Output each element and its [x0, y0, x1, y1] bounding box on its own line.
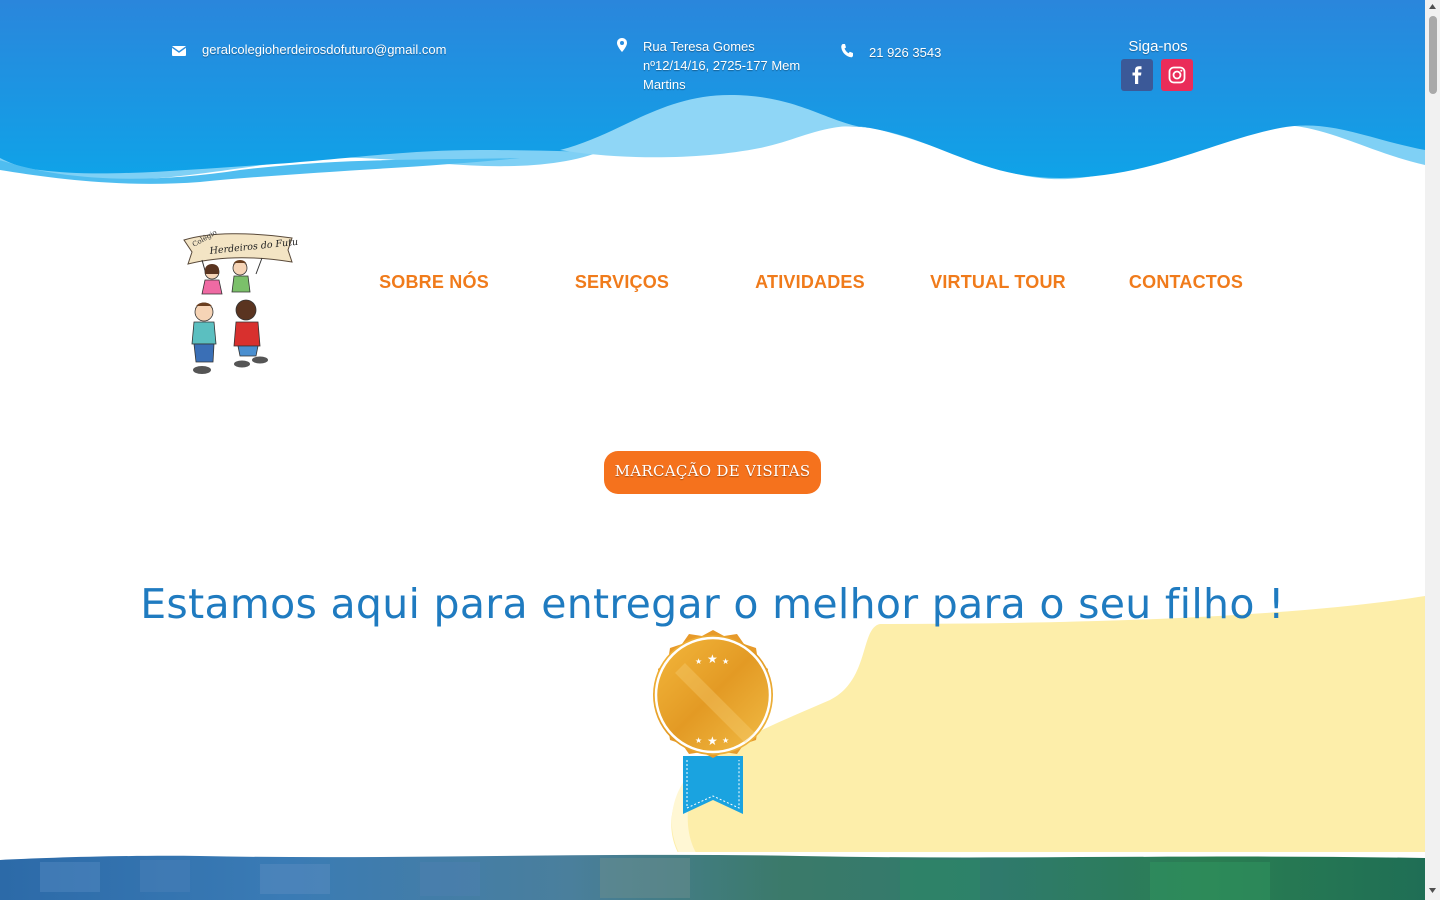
hero-headline: Estamos aqui para entregar o melhor para… — [140, 580, 1285, 628]
award-medal-icon: ★ ★ ★ ★ ★ ★ — [653, 630, 773, 814]
social-links: Siga-nos — [1118, 38, 1198, 91]
svg-text:★: ★ — [695, 657, 702, 666]
instagram-button[interactable] — [1161, 59, 1193, 91]
nav-item-servicos[interactable]: SERVIÇOS — [528, 272, 716, 298]
nav-item-sobre-nos[interactable]: SOBRE NÓS — [340, 272, 528, 298]
svg-text:★: ★ — [722, 736, 729, 745]
nav-item-atividades[interactable]: ATIVIDADES — [716, 272, 904, 298]
main-nav: SOBRE NÓS SERVIÇOS ATIVIDADES VIRTUAL TO… — [340, 272, 1280, 298]
map-pin-icon — [617, 38, 627, 52]
svg-text:★: ★ — [695, 736, 702, 745]
header-wave-background — [0, 0, 1425, 184]
svg-text:★: ★ — [707, 734, 718, 748]
page: geralcolegioherdeirosdofuturo@gmail.com … — [0, 0, 1440, 900]
nav-item-contactos[interactable]: CONTACTOS — [1092, 272, 1280, 298]
social-label: Siga-nos — [1128, 38, 1188, 55]
facebook-icon — [1132, 66, 1142, 84]
scrollbar-track[interactable] — [1425, 0, 1440, 900]
nav-item-virtual-tour[interactable]: VIRTUAL TOUR — [904, 272, 1092, 298]
svg-text:★: ★ — [707, 652, 718, 666]
phone-icon — [841, 44, 853, 58]
book-visit-button[interactable]: MARCAÇÃO DE VISITAS — [604, 451, 821, 494]
scroll-down-arrow-icon[interactable] — [1428, 886, 1437, 894]
scroll-up-arrow-icon[interactable] — [1428, 3, 1437, 11]
facebook-button[interactable] — [1121, 59, 1153, 91]
envelope-icon — [172, 46, 186, 56]
scrollbar-thumb[interactable] — [1429, 16, 1437, 94]
email-text[interactable]: geralcolegioherdeirosdofuturo@gmail.com — [202, 40, 446, 59]
bottom-hero-photo — [0, 852, 1425, 900]
svg-text:★: ★ — [722, 657, 729, 666]
school-logo[interactable]: Colégio Herdeiros do Futuro — [180, 230, 298, 380]
phone-text[interactable]: 21 926 3543 — [869, 43, 941, 62]
address-text: Rua Teresa Gomes nº12/14/16, 2725-177 Me… — [643, 39, 801, 92]
instagram-icon — [1168, 66, 1186, 84]
